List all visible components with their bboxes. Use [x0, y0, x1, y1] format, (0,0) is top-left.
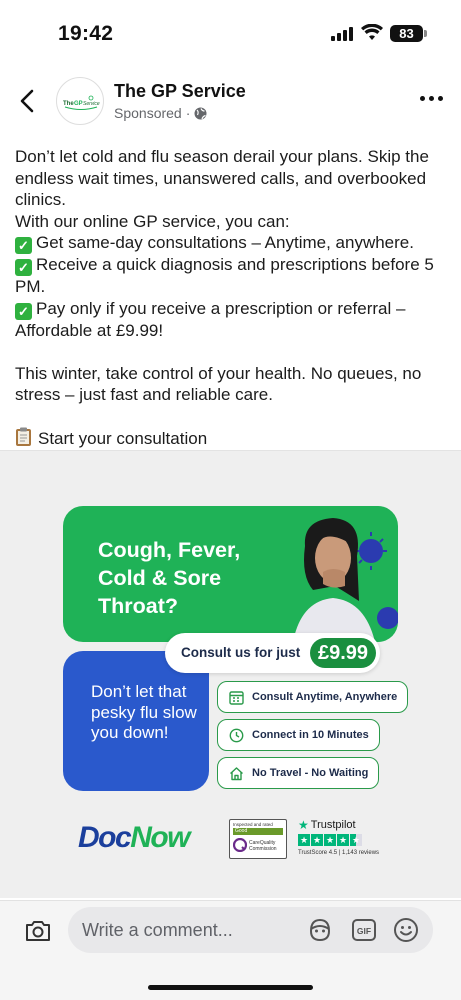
- post-caption: Don’t let cold and flu season derail you…: [15, 146, 451, 450]
- trustpilot-badge: ★ Trustpilot ★ ★ ★ ★ ★ TrustScore 4.5 | 1,143…: [298, 818, 398, 862]
- checkmark-icon: ✓: [15, 302, 32, 320]
- cqc-name: CareQuality Commission: [249, 840, 277, 852]
- checkmark-icon: ✓: [15, 237, 32, 254]
- coughing-woman-illustration: [293, 518, 398, 642]
- cqc-rating: Good: [233, 828, 283, 835]
- gif-icon[interactable]: GIF: [351, 917, 377, 943]
- avatar-sticker-icon[interactable]: [307, 917, 333, 943]
- price-badge: £9.99: [310, 638, 376, 668]
- caption-intro: Don’t let cold and flu season derail you…: [15, 147, 434, 209]
- trustpilot-stars: ★ ★ ★ ★ ★: [298, 834, 362, 846]
- svg-text:Service: Service: [83, 101, 100, 107]
- trustpilot-name: ★ Trustpilot: [298, 818, 356, 832]
- more-options-icon[interactable]: [420, 96, 443, 101]
- clock-icon: [229, 728, 244, 742]
- caption-bullet: ✓ Pay only if you receive a prescription …: [15, 298, 410, 340]
- caption-bullet: ✓ Receive a quick diagnosis and prescript…: [15, 255, 439, 296]
- cellular-signal-icon: [331, 27, 353, 41]
- ad-tagline: Don’t let that pesky flu slow you down!: [91, 682, 197, 742]
- comment-bar: Write a comment... GIF: [0, 900, 461, 1000]
- separator-dot: ·: [185, 105, 191, 121]
- home-indicator[interactable]: [148, 985, 313, 990]
- sponsored-label: Sponsored ·: [114, 105, 207, 121]
- ad-creative[interactable]: Cough, Fever, Cold & Sore Throat? Don’t …: [0, 450, 461, 898]
- globe-icon: [194, 107, 207, 119]
- cqc-badge: Inspected and rated Good CareQuality Com…: [229, 819, 287, 859]
- page-avatar[interactable]: The GP Service: [56, 77, 104, 125]
- post-header: The GP Service The GP Service Sponsored …: [0, 74, 461, 130]
- feature-label: No Travel - No Waiting: [252, 767, 369, 779]
- feature-label: Connect in 10 Minutes: [252, 729, 369, 741]
- feature-consult-anytime: Consult Anytime, Anywhere: [217, 681, 409, 713]
- back-arrow-icon[interactable]: [18, 88, 36, 114]
- price-pill: Consult us for just £9.99: [165, 633, 380, 673]
- trustpilot-score: TrustScore 4.5 | 1,143 reviews: [298, 850, 380, 856]
- checkmark-icon: ✓: [15, 259, 32, 276]
- cqc-inspected-label: Inspected and rated: [233, 822, 273, 827]
- comment-placeholder: Write a comment...: [82, 920, 233, 940]
- svg-text:GP: GP: [74, 101, 83, 107]
- caption-closing: This winter, take control of your health…: [15, 363, 427, 405]
- calendar-icon: [229, 690, 244, 705]
- svg-text:GIF: GIF: [357, 926, 371, 936]
- emoji-icon[interactable]: [393, 917, 419, 943]
- clipboard-icon: [16, 427, 31, 446]
- status-bar: 19:42 83: [0, 0, 461, 68]
- sponsored-text: Sponsored: [114, 105, 182, 121]
- status-time: 19:42: [58, 22, 114, 45]
- battery-nub: [424, 30, 427, 37]
- wifi-icon: [361, 24, 383, 40]
- svg-text:The: The: [63, 101, 74, 107]
- headline-card: Cough, Fever, Cold & Sore Throat?: [63, 506, 398, 642]
- home-icon: [230, 766, 243, 780]
- caption-lead: With our online GP service, you can:: [15, 211, 290, 231]
- camera-icon[interactable]: [24, 918, 52, 944]
- feature-connect-10-minutes: Connect in 10 Minutes: [217, 719, 380, 751]
- page-name[interactable]: The GP Service: [114, 81, 246, 102]
- ad-headline: Cough, Fever, Cold & Sore Throat?: [98, 538, 241, 618]
- caption-bullet: ✓ Get same-day consultations – Anytime, a…: [15, 232, 451, 254]
- feature-no-travel: No Travel - No Waiting: [217, 757, 380, 789]
- caption-cta[interactable]: Start your consultation: [15, 427, 451, 450]
- feature-label: Consult Anytime, Anywhere: [252, 691, 398, 703]
- price-label: Consult us for just: [181, 645, 301, 660]
- battery-icon: 83: [390, 25, 423, 42]
- docnow-logo: DocNow: [78, 821, 191, 854]
- cqc-logo-icon: [233, 838, 247, 852]
- trustpilot-star-icon: ★: [298, 818, 309, 832]
- gp-service-logo-icon: The GP Service: [63, 95, 100, 110]
